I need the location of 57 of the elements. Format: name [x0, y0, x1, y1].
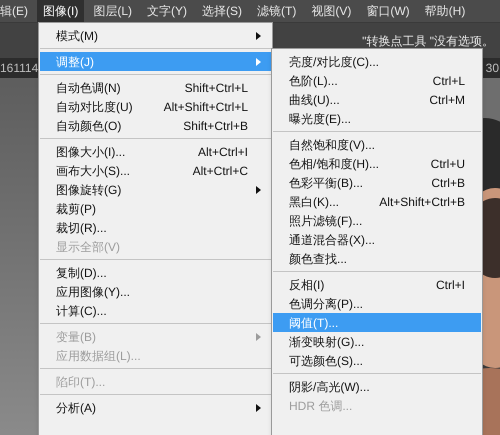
menu-bar-item[interactable]: 滤镜(T): [251, 0, 302, 22]
shortcut-label: Ctrl+U: [430, 158, 465, 170]
menu-item[interactable]: 亮度/对比度(C)...: [273, 52, 481, 71]
menu-item[interactable]: 图像旋转(G): [40, 180, 271, 199]
shortcut-label: Alt+Ctrl+I: [198, 146, 248, 158]
menu-item[interactable]: 画布大小(S)... Alt+Ctrl+C: [40, 161, 271, 180]
shortcut-label: Shift+Ctrl+B: [183, 120, 248, 132]
menu-item[interactable]: 自动色调(N) Shift+Ctrl+L: [40, 78, 271, 97]
menu-item[interactable]: 渐变映射(G)...: [273, 332, 481, 351]
shortcut-label: Shift+Ctrl+L: [184, 82, 248, 94]
menu-item[interactable]: 可选颜色(S)...: [273, 351, 481, 370]
menu-item[interactable]: 阴影/高光(W)...: [273, 377, 481, 396]
menu-bar-item[interactable]: 图层(L): [87, 0, 138, 22]
menu-bar-item[interactable]: 选择(S): [196, 0, 248, 22]
menu-bar-item[interactable]: 文字(Y): [141, 0, 193, 22]
menu-bar-item[interactable]: 视图(V): [305, 0, 358, 22]
menu-item[interactable]: 色阶(L)... Ctrl+L: [273, 71, 481, 90]
menu-item[interactable]: 黑白(K)... Alt+Shift+Ctrl+B: [273, 192, 481, 211]
menu-item[interactable]: 裁剪(P): [40, 199, 271, 218]
document-tab[interactable]: 161114: [0, 59, 38, 77]
menu-item[interactable]: 自动颜色(O) Shift+Ctrl+B: [40, 116, 271, 135]
shortcut-label: Ctrl+B: [431, 176, 465, 188]
submenu-arrow-icon: [256, 332, 261, 340]
options-hint: "转换点工具 "没有选项。: [362, 32, 494, 50]
submenu-arrow-icon: [256, 404, 261, 412]
menu-bar-item[interactable]: 帮助(H): [418, 0, 472, 22]
shortcut-label: Ctrl+I: [436, 278, 465, 290]
menu-item[interactable]: 色相/饱和度(H)... Ctrl+U: [273, 154, 481, 173]
menu-item[interactable]: 应用图像(Y)...: [40, 282, 271, 301]
menu-item[interactable]: 裁切(R)...: [40, 218, 271, 237]
submenu-arrow-icon: [256, 186, 261, 194]
shortcut-label: Alt+Ctrl+C: [192, 164, 248, 176]
menu-item[interactable]: 计算(C)...: [40, 301, 271, 320]
menu-bar-item[interactable]: 辑(E): [0, 0, 37, 22]
menu-bar-item[interactable]: 窗口(W): [360, 0, 416, 22]
menu-item[interactable]: 分析(A): [40, 398, 271, 417]
menu-item[interactable]: 复制(D)...: [40, 263, 271, 282]
menu-item[interactable]: 反相(I) Ctrl+I: [273, 275, 481, 294]
menu-item[interactable]: 色调分离(P)...: [273, 294, 481, 313]
menu-item[interactable]: 色彩平衡(B)... Ctrl+B: [273, 173, 481, 192]
submenu-arrow-icon: [256, 58, 261, 66]
document-tab[interactable]: 30: [486, 59, 500, 77]
menu-bar-item[interactable]: 图像(I): [37, 0, 84, 22]
shortcut-label: Ctrl+L: [432, 74, 465, 86]
submenu-arrow-icon: [256, 32, 261, 40]
menu-item[interactable]: 图像大小(I)... Alt+Ctrl+I: [40, 142, 271, 161]
menu-item[interactable]: 曲线(U)... Ctrl+M: [273, 90, 481, 109]
menu-item[interactable]: 自动对比度(U) Alt+Shift+Ctrl+L: [40, 97, 271, 116]
shortcut-label: Alt+Shift+Ctrl+L: [164, 100, 248, 112]
menu-item[interactable]: 自然饱和度(V)...: [273, 135, 481, 154]
menu-item[interactable]: 通道混合器(X)...: [273, 230, 481, 249]
menu-item[interactable]: 模式(M): [40, 26, 271, 45]
menu-item[interactable]: 曝光度(E)...: [273, 109, 481, 128]
menu-item[interactable]: 照片滤镜(F)...: [273, 211, 481, 230]
menu-item[interactable]: 颜色查找...: [273, 249, 481, 268]
shortcut-label: Alt+Shift+Ctrl+B: [379, 196, 465, 208]
shortcut-label: Ctrl+M: [429, 94, 465, 106]
